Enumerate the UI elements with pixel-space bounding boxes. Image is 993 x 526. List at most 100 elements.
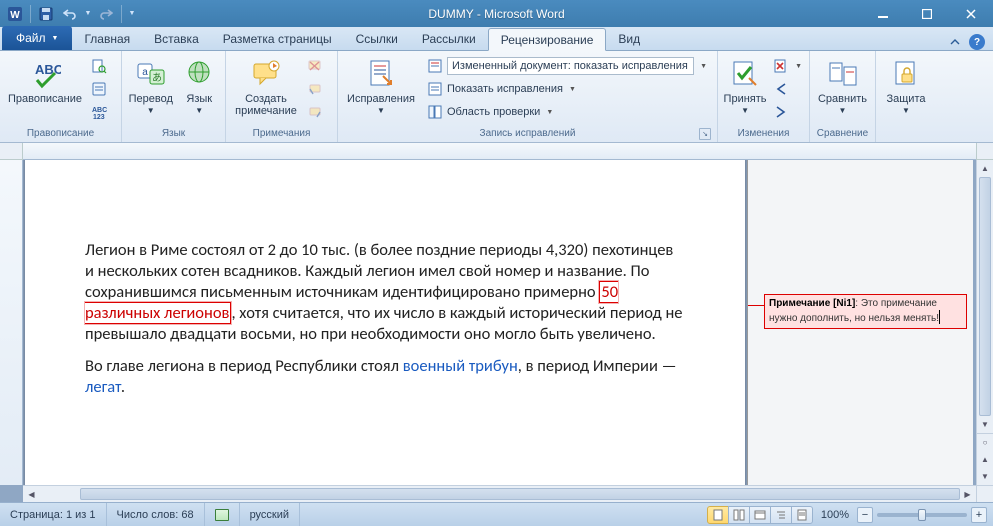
minimize-ribbon-icon[interactable] [947, 34, 963, 50]
group-label-changes: Изменения [722, 127, 805, 142]
vertical-ruler[interactable] [0, 160, 23, 485]
text-cursor [939, 310, 940, 324]
accept-button[interactable]: Принять ▼ [722, 53, 768, 125]
next-page-icon[interactable]: ▼ [977, 468, 993, 485]
view-outline-icon[interactable] [770, 506, 792, 524]
horizontal-scrollbar[interactable]: ◀ ▶ [23, 485, 976, 502]
compare-button[interactable]: Сравнить ▼ [814, 53, 871, 125]
ruler-corner[interactable] [0, 143, 23, 160]
tab-view[interactable]: Вид [606, 27, 652, 50]
save-icon[interactable] [35, 3, 57, 25]
scroll-left-icon[interactable]: ◀ [23, 486, 40, 502]
delete-comment-button[interactable] [304, 55, 326, 77]
tab-insert[interactable]: Вставка [142, 27, 211, 50]
new-comment-button[interactable]: Создатьпримечание [230, 53, 302, 125]
undo-icon[interactable] [59, 3, 81, 25]
undo-dropdown-icon[interactable]: ▼ [83, 3, 93, 25]
language-button[interactable]: Язык ▼ [177, 53, 221, 125]
redo-icon[interactable] [95, 3, 117, 25]
close-button[interactable] [949, 0, 993, 27]
group-language: aあ Перевод ▼ Язык ▼ Язык [122, 51, 226, 142]
scroll-down-icon[interactable]: ▼ [977, 416, 993, 433]
translate-button[interactable]: aあ Перевод ▼ [126, 53, 175, 125]
hyperlink-tribune[interactable]: военный трибун [403, 356, 518, 376]
comment-balloon[interactable]: Примечание [Ni1]: Это примечание нужно д… [764, 294, 967, 329]
view-draft-icon[interactable] [791, 506, 813, 524]
page-viewport: Легион в Риме состоял от 2 до 10 тыс. (в… [23, 160, 976, 485]
tab-mailings[interactable]: Рассылки [410, 27, 488, 50]
display-for-review-dropdown[interactable]: Измененный документ: показать исправлени… [422, 55, 712, 77]
window-title: DUMMY - Microsoft Word [0, 7, 993, 21]
help-icon[interactable]: ? [969, 34, 985, 50]
paragraph-2[interactable]: Во главе легиона в период Республики сто… [85, 356, 685, 398]
zoom-in-button[interactable]: + [971, 507, 987, 523]
prev-change-button[interactable] [770, 78, 805, 100]
zoom-slider-thumb[interactable] [918, 509, 926, 521]
zoom-out-button[interactable]: − [857, 507, 873, 523]
document-page[interactable]: Легион в Риме состоял от 2 до 10 тыс. (в… [25, 160, 745, 485]
view-print-layout-icon[interactable] [707, 506, 729, 524]
svg-text:ABC: ABC [35, 62, 61, 77]
group-label-comments: Примечания [230, 127, 333, 142]
group-changes: Принять ▼ ▼ Изменения [718, 51, 810, 142]
minimize-button[interactable] [861, 0, 905, 27]
status-word-count[interactable]: Число слов: 68 [107, 503, 205, 526]
reviewing-pane-dropdown[interactable]: Область проверки▼ [422, 101, 712, 123]
hyperlink-legate[interactable]: легат [85, 377, 121, 397]
browse-object-icon[interactable]: ○ [977, 434, 993, 451]
spelling-button[interactable]: ABC Правописание [4, 53, 86, 125]
tab-references[interactable]: Ссылки [344, 27, 410, 50]
tab-review[interactable]: Рецензирование [488, 28, 607, 51]
status-page[interactable]: Страница: 1 из 1 [0, 503, 107, 526]
comment-connector-line [748, 305, 764, 306]
window-controls [861, 0, 993, 27]
view-web-layout-icon[interactable] [749, 506, 771, 524]
status-language[interactable]: русский [240, 503, 300, 526]
ribbon: ABC Правописание ABC123 Правописание aあ … [0, 51, 993, 143]
svg-text:123: 123 [93, 114, 105, 120]
word-count-button[interactable]: ABC123 [88, 101, 110, 123]
ruler-toggle-icon[interactable] [976, 143, 993, 160]
research-button[interactable] [88, 55, 110, 77]
track-changes-button[interactable]: Исправления ▼ [342, 53, 420, 125]
svg-text:W: W [10, 10, 20, 21]
scroll-up-icon[interactable]: ▲ [977, 160, 993, 177]
horizontal-ruler[interactable] [23, 143, 976, 160]
scroll-right-icon[interactable]: ▶ [959, 486, 976, 502]
paragraph-1[interactable]: Легион в Риме состоял от 2 до 10 тыс. (в… [85, 240, 685, 346]
protect-button[interactable]: Защита ▼ [880, 53, 932, 125]
scroll-corner [976, 485, 993, 502]
status-bar: Страница: 1 из 1 Число слов: 68 русский … [0, 502, 993, 526]
group-comments: Создатьпримечание Примечания [226, 51, 338, 142]
zoom-level[interactable]: 100% [813, 509, 857, 521]
vertical-scrollbar[interactable]: ▲ ▼ ○ ▲ ▼ [976, 160, 993, 485]
view-full-screen-icon[interactable] [728, 506, 750, 524]
file-tab[interactable]: Файл▼ [2, 26, 72, 50]
maximize-button[interactable] [905, 0, 949, 27]
prev-page-icon[interactable]: ▲ [977, 451, 993, 468]
show-markup-dropdown[interactable]: Показать исправления▼ [422, 78, 712, 100]
qat-customize-icon[interactable]: ▼ [126, 3, 138, 25]
group-label-language: Язык [126, 127, 221, 142]
tracking-launcher-icon[interactable]: ↘ [699, 128, 711, 140]
document-area: Легион в Риме состоял от 2 до 10 тыс. (в… [0, 143, 993, 502]
thesaurus-button[interactable] [88, 78, 110, 100]
group-tracking: Исправления ▼ Измененный документ: показ… [338, 51, 718, 142]
tab-page-layout[interactable]: Разметка страницы [211, 27, 344, 50]
v-scroll-thumb[interactable] [979, 177, 991, 416]
tab-home[interactable]: Главная [72, 27, 142, 50]
zoom-slider[interactable] [877, 513, 967, 517]
reject-button[interactable]: ▼ [770, 55, 805, 77]
h-scroll-thumb[interactable] [80, 488, 960, 500]
svg-text:あ: あ [152, 72, 162, 84]
next-comment-button[interactable] [304, 101, 326, 123]
group-proofing: ABC Правописание ABC123 Правописание [0, 51, 122, 142]
next-change-button[interactable] [770, 101, 805, 123]
title-bar: W ▼ ▼ DUMMY - Microsoft Word [0, 0, 993, 27]
svg-text:ABC: ABC [92, 107, 107, 114]
prev-comment-button[interactable] [304, 78, 326, 100]
word-app-icon[interactable]: W [4, 3, 26, 25]
group-compare: Сравнить ▼ Сравнение [810, 51, 876, 142]
status-spellcheck[interactable] [205, 503, 240, 526]
book-icon [215, 509, 229, 521]
